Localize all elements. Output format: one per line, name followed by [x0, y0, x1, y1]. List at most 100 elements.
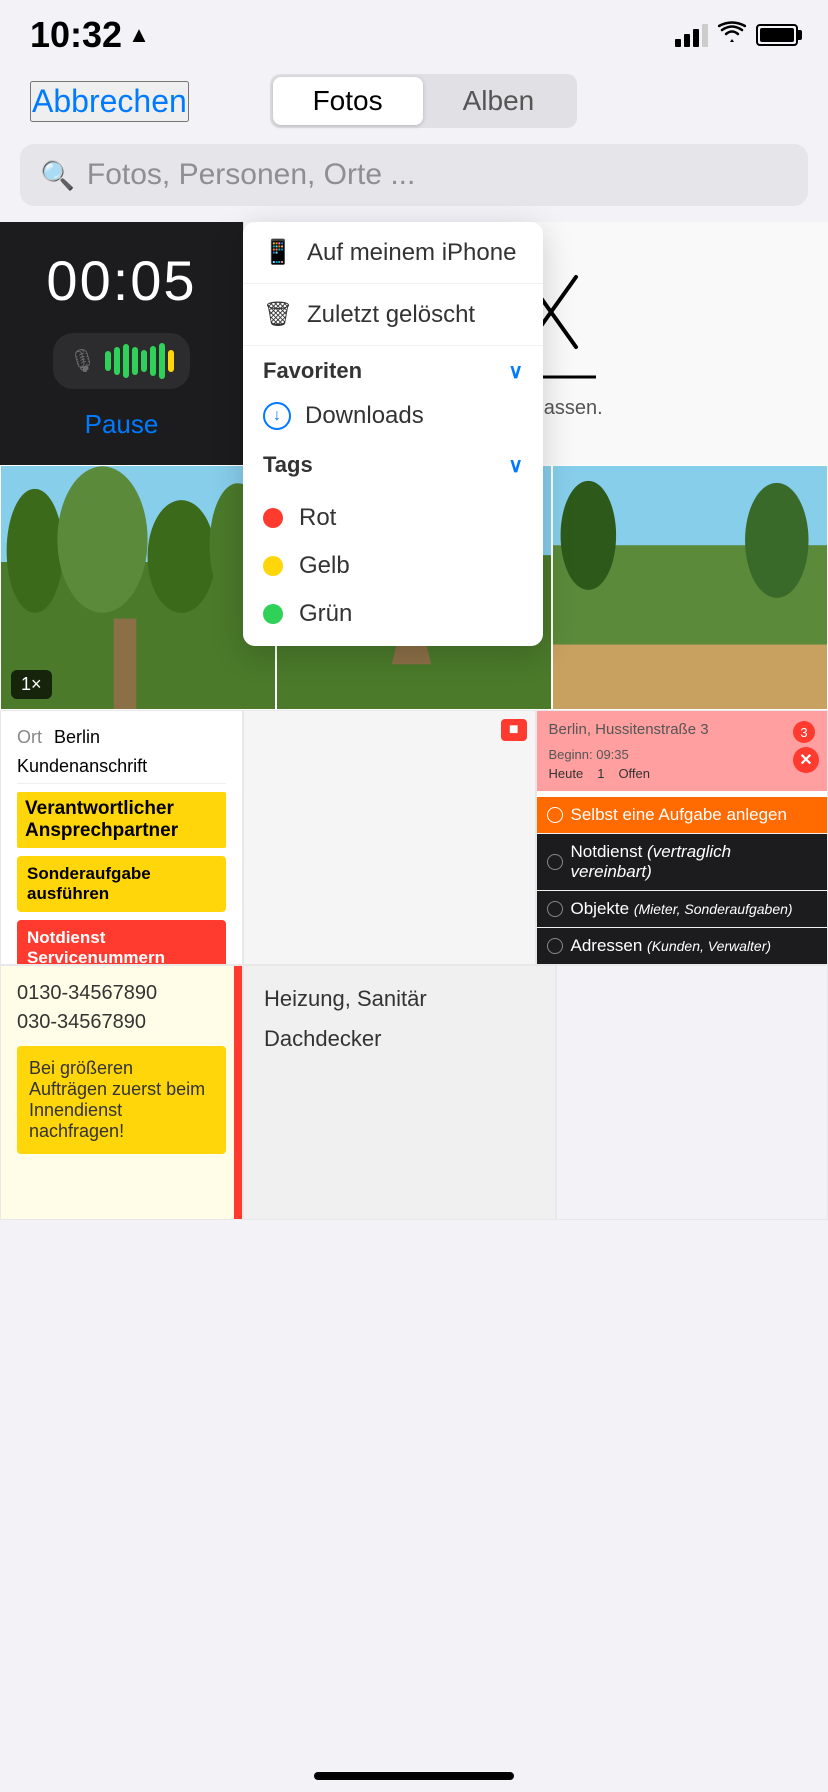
mic-icon: 🎙	[69, 348, 97, 374]
sonderaufgabe-btn[interactable]: Sonderaufgabe ausführen	[17, 856, 226, 912]
search-icon: 🔍	[40, 159, 75, 192]
docs-row: Ort Berlin Kundenanschrift Verantwortlic…	[0, 710, 828, 965]
wave-bar-2	[114, 347, 120, 375]
search-placeholder: Fotos, Personen, Orte ...	[87, 158, 415, 192]
photos-row-1: 00:05 🎙 Pause 📱 Auf meinem iPhone 🗑	[0, 222, 828, 465]
tag-rot[interactable]: Rot	[243, 494, 543, 542]
cancel-button[interactable]: Abbrechen	[30, 81, 189, 122]
recorder-pause-button[interactable]: Pause	[85, 409, 159, 440]
tab-alben[interactable]: Alben	[423, 77, 575, 125]
trash-icon: 🗑	[263, 300, 291, 329]
wave-bar-6	[150, 346, 156, 376]
nav-bar: Abbrechen Fotos Alben	[0, 64, 828, 144]
offen-label: Offen	[618, 766, 650, 781]
ort-label: Ort	[17, 727, 42, 748]
dropdown-deleted-label: Zuletzt gelöscht	[307, 301, 475, 329]
note-cell-2: Heizung, Sanitär Dachdecker	[243, 965, 556, 1220]
doc-cell-tasks: Berlin, Hussitenstraße 3 3 Beginn: 09:35…	[536, 710, 828, 965]
wave-bar-4	[132, 347, 138, 375]
status-time: 10:32 ▲	[30, 14, 150, 56]
tag-gelb[interactable]: Gelb	[243, 542, 543, 590]
day-num: 1	[597, 766, 604, 781]
tab-fotos[interactable]: Fotos	[273, 77, 423, 125]
task-circle-1	[547, 854, 563, 870]
battery-icon	[756, 24, 798, 46]
task-badge-area: 3	[793, 721, 815, 743]
dropdown-iphone-label: Auf meinem iPhone	[307, 239, 516, 267]
ort-row: Ort Berlin	[17, 727, 226, 748]
task-label-2: Objekte (Mieter, Sonderaufgaben)	[571, 899, 793, 919]
signal-bar-3	[693, 29, 699, 47]
task-circle-3	[547, 938, 563, 954]
wave-bar-1	[105, 351, 111, 371]
tags-header: Tags ∨	[243, 440, 543, 486]
dropdown-item-deleted[interactable]: 🗑 Zuletzt gelöscht	[243, 284, 543, 346]
note-red-bar	[234, 966, 242, 1219]
wave-bar-8	[168, 350, 174, 372]
tags-chevron: ∨	[508, 453, 523, 478]
today-label: Heute	[549, 766, 584, 781]
time-display: 10:32	[30, 14, 122, 56]
note-cell2-item-0: Heizung, Sanitär	[264, 986, 535, 1012]
task-circle-2	[547, 901, 563, 917]
phone2-label: 030-34567890	[17, 1011, 226, 1034]
tag-dot-red	[263, 508, 283, 528]
dropdown-item-iphone[interactable]: 📱 Auf meinem iPhone	[243, 222, 543, 284]
downloads-label: Downloads	[305, 402, 424, 430]
task-label-3: Adressen (Kunden, Verwalter)	[571, 936, 772, 956]
status-bar: 10:32 ▲	[0, 0, 828, 64]
task-label-0: Selbst eine Aufgabe anlegen	[571, 805, 787, 825]
tag-gruen-label: Grün	[299, 600, 352, 628]
signal-bars	[675, 24, 708, 47]
wifi-icon	[718, 21, 746, 49]
red-badge: ■	[501, 719, 527, 741]
search-bar-container: 🔍 Fotos, Personen, Orte ...	[0, 144, 828, 222]
downloads-item[interactable]: ↓ Downloads	[243, 392, 543, 440]
verantwortlich-label: Verantwortlicher Ansprechpartner	[25, 798, 178, 841]
status-icons	[675, 21, 798, 49]
signal-bar-4	[702, 24, 708, 47]
speed-badge: 1×	[11, 670, 52, 699]
task-item-1[interactable]: Notdienst (vertraglich vereinbart)	[537, 834, 828, 891]
iphone-icon: 📱	[263, 238, 291, 267]
photo-cell-1[interactable]: 1×	[0, 465, 276, 710]
tag-dot-green	[263, 604, 283, 624]
search-bar[interactable]: 🔍 Fotos, Personen, Orte ...	[20, 144, 808, 206]
downloads-icon: ↓	[263, 402, 291, 430]
close-button[interactable]: ✕	[793, 747, 819, 773]
kundenanschrift-label: Kundenanschrift	[17, 756, 226, 784]
favoriten-chevron: ∨	[508, 359, 523, 384]
note-yellow-box: Bei größeren Aufträgen zuerst beim Innen…	[17, 1046, 226, 1154]
doc-cell-empty: ■	[243, 710, 536, 965]
location-icon: ▲	[128, 22, 150, 48]
tag-gelb-label: Gelb	[299, 552, 350, 580]
battery-fill	[760, 28, 794, 42]
task-location: Berlin, Hussitenstraße 3	[549, 721, 709, 743]
photo-cell-3[interactable]	[552, 465, 828, 710]
note-cell-1: 0130-34567890 030-34567890 Bei größeren …	[0, 965, 243, 1220]
phone1-label: 0130-34567890	[17, 982, 226, 1005]
home-indicator	[314, 1772, 514, 1780]
task-item-2[interactable]: Objekte (Mieter, Sonderaufgaben)	[537, 891, 828, 928]
wave-bar-3	[123, 344, 129, 378]
dropdown-menu: 📱 Auf meinem iPhone 🗑 Zuletzt gelöscht F…	[243, 222, 543, 646]
tags-section: Rot Gelb Grün	[243, 486, 543, 646]
main-area: 00:05 🎙 Pause 📱 Auf meinem iPhone 🗑	[0, 222, 828, 1220]
signal-bar-2	[684, 34, 690, 47]
segment-control: Fotos Alben	[270, 74, 578, 128]
wave-bar-5	[141, 350, 147, 372]
notdienst-btn[interactable]: Notdienst Servicenummern	[17, 920, 226, 965]
recorder-time: 00:05	[46, 248, 196, 313]
task-item-0[interactable]: Selbst eine Aufgabe anlegen	[537, 797, 828, 834]
task-item-3[interactable]: Adressen (Kunden, Verwalter)	[537, 928, 828, 965]
task-count-badge: 3	[793, 721, 815, 743]
tag-dot-yellow	[263, 556, 283, 576]
task-status: Heute 1 Offen	[549, 766, 816, 781]
note-cell2-item-1: Dachdecker	[264, 1026, 535, 1052]
tag-rot-label: Rot	[299, 504, 336, 532]
task-items-list: Selbst eine Aufgabe anlegen Notdienst (v…	[537, 791, 828, 965]
tag-gruen[interactable]: Grün	[243, 590, 543, 638]
empty-cell	[556, 965, 828, 1220]
verantwortlich-row: Verantwortlicher Ansprechpartner	[17, 792, 226, 848]
home-area	[0, 1220, 828, 1340]
